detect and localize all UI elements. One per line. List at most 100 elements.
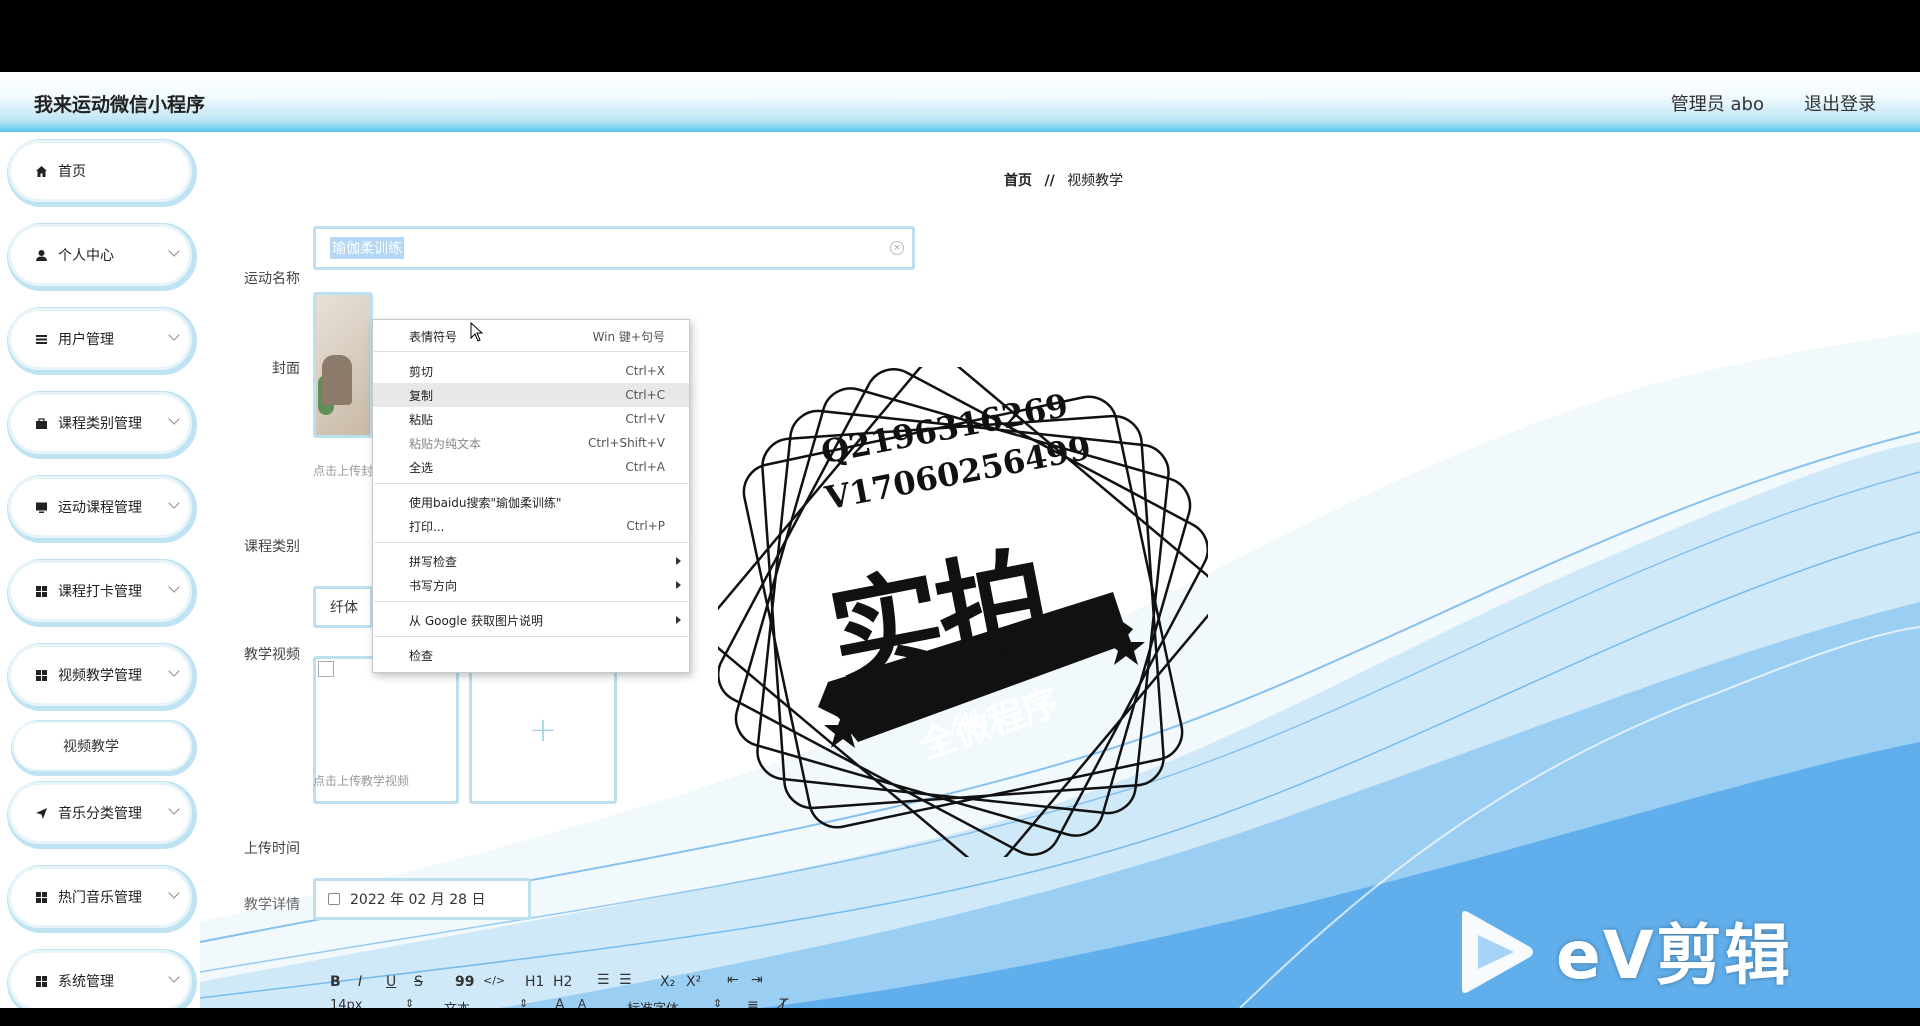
sidebar-item-profile[interactable]: 个人中心 xyxy=(8,224,192,286)
indent-icon[interactable]: ⇥ xyxy=(751,972,763,988)
home-icon xyxy=(34,164,48,178)
sidebar-item-label: 视频教学管理 xyxy=(58,668,142,684)
sidebar-item-home[interactable]: 首页 xyxy=(8,140,192,202)
cover-image[interactable] xyxy=(313,292,373,438)
sidebar-item-label: 课程类别管理 xyxy=(58,416,142,432)
subscript-button[interactable]: X₂ xyxy=(660,974,675,990)
app-title: 我来运动微信小程序 xyxy=(34,94,206,116)
menu-separator xyxy=(374,601,690,602)
sidebar-item-system[interactable]: 系统管理 xyxy=(8,950,192,1008)
italic-button[interactable]: I xyxy=(358,974,362,990)
sidebar-item-label: 课程打卡管理 xyxy=(58,584,142,600)
h2-button[interactable]: H2 xyxy=(553,974,572,990)
superscript-button[interactable]: X² xyxy=(686,974,701,990)
chevron-down-icon xyxy=(168,887,180,899)
menu-item-paste-plain: 粘贴为纯文本 Ctrl+Shift+V xyxy=(373,431,689,455)
cover-hint: 点击上传封 xyxy=(313,464,374,478)
sidebar-item-users[interactable]: 用户管理 xyxy=(8,308,192,370)
sidebar-item-label: 首页 xyxy=(58,164,86,180)
grid-icon xyxy=(34,890,48,904)
sport-name-input[interactable]: 瑜伽柔训练 × xyxy=(313,226,915,270)
mouse-cursor-icon xyxy=(470,322,484,342)
menu-item-label: 粘贴 xyxy=(409,412,434,427)
clear-icon[interactable]: × xyxy=(890,241,904,255)
menu-item-label: 粘贴为纯文本 xyxy=(409,436,482,451)
highlight-icon[interactable]: A̲ xyxy=(578,997,586,1008)
menu-item-shortcut: Ctrl+C xyxy=(625,388,665,402)
app-window: 我来运动微信小程序 管理员 abo 退出登录 首页 个人中心 用户管理 课程类别… xyxy=(0,72,1920,1008)
menu-item-shortcut: Ctrl+X xyxy=(625,364,665,378)
ordered-list-icon[interactable]: ☰ xyxy=(597,972,610,988)
menu-item-label: 从 Google 获取图片说明 xyxy=(409,613,543,628)
chevron-down-icon xyxy=(168,329,180,341)
clear-format-icon[interactable]: T̸ xyxy=(779,997,788,1008)
menu-item-select-all[interactable]: 全选 Ctrl+A xyxy=(373,455,689,479)
strike-button[interactable]: S xyxy=(414,974,423,990)
upload-date-picker[interactable]: 2022 年 02 月 28 日 xyxy=(313,878,531,920)
menu-item-print[interactable]: 打印... Ctrl+P xyxy=(373,514,689,538)
underline-button[interactable]: U xyxy=(386,974,396,990)
menu-item-label: 拼写检查 xyxy=(409,554,458,569)
menu-item-inspect[interactable]: 检查 xyxy=(373,643,689,667)
chevron-updown-icon: ⇕ xyxy=(405,997,415,1008)
chevron-down-icon xyxy=(168,581,180,593)
breadcrumb-current: 视频教学 xyxy=(1067,173,1124,189)
menu-item-shortcut: Ctrl+V xyxy=(625,412,665,426)
top-header: 我来运动微信小程序 管理员 abo 退出登录 xyxy=(0,72,1920,132)
ev-watermark-text: eV剪辑 xyxy=(1556,917,1792,994)
menu-item-image-descriptions[interactable]: 从 Google 获取图片说明 xyxy=(373,608,689,632)
sidebar-item-label: 视频教学 xyxy=(63,739,119,755)
font-family-select[interactable]: 标准字体 xyxy=(627,998,679,1008)
chevron-down-icon xyxy=(168,803,180,815)
font-color-icon[interactable]: A xyxy=(555,997,565,1008)
menu-item-writing-direction[interactable]: 书写方向 xyxy=(373,573,689,597)
sidebar-item-music-category[interactable]: 音乐分类管理 xyxy=(8,782,192,844)
sidebar-item-label: 音乐分类管理 xyxy=(58,806,142,822)
menu-item-label: 检查 xyxy=(409,648,434,663)
quote-button[interactable]: 99 xyxy=(455,974,474,990)
bold-button[interactable]: B xyxy=(330,974,341,990)
breadcrumb: 首页 // 视频教学 xyxy=(1004,170,1123,190)
sidebar-item-hot-music[interactable]: 热门音乐管理 xyxy=(8,866,192,928)
sidebar-item-course-category[interactable]: 课程类别管理 xyxy=(8,392,192,454)
sidebar-item-checkin[interactable]: 课程打卡管理 xyxy=(8,560,192,622)
rich-text-toolbar: B I U S 99 </> H1 H2 ☰ ☰ X₂ X² ⇤ ⇥ 14px … xyxy=(313,968,913,1008)
font-size-select[interactable]: 14px xyxy=(330,998,363,1008)
menu-item-label: 书写方向 xyxy=(409,578,458,593)
menu-separator xyxy=(374,542,690,543)
menu-item-paste[interactable]: 粘贴 Ctrl+V xyxy=(373,407,689,431)
context-menu: 表情符号 Win 键+句号 剪切 Ctrl+X 复制 Ctrl+C 粘贴 Ctrl+V … xyxy=(372,319,690,673)
calendar-icon xyxy=(328,893,340,905)
bullet-list-icon[interactable]: ☰ xyxy=(619,972,632,988)
menu-item-spellcheck[interactable]: 拼写检查 xyxy=(373,549,689,573)
menu-item-cut[interactable]: 剪切 Ctrl+X xyxy=(373,359,689,383)
monitor-icon xyxy=(34,500,48,514)
chevron-down-icon xyxy=(168,497,180,509)
sidebar-item-video-teaching-mgmt[interactable]: 视频教学管理 xyxy=(8,644,192,706)
category-select[interactable]: 纤体 xyxy=(313,586,373,628)
menu-item-emoji[interactable]: 表情符号 Win 键+句号 xyxy=(373,324,689,348)
breadcrumb-separator: // xyxy=(1044,173,1055,189)
text-style-select[interactable]: 文本 xyxy=(444,998,470,1008)
sidebar-subitem-video-teaching[interactable]: 视频教学 xyxy=(12,721,192,771)
user-icon xyxy=(34,248,48,262)
admin-label: 管理员 abo xyxy=(1670,94,1764,115)
logout-link[interactable]: 退出登录 xyxy=(1804,90,1876,116)
align-icon[interactable]: ≡ xyxy=(747,997,759,1008)
code-button[interactable]: </> xyxy=(483,974,505,987)
h1-button[interactable]: H1 xyxy=(525,974,544,990)
menu-item-label: 剪切 xyxy=(409,364,434,379)
menu-item-copy[interactable]: 复制 Ctrl+C xyxy=(373,383,689,407)
chevron-down-icon xyxy=(168,971,180,983)
send-icon xyxy=(34,806,48,820)
detail-label: 教学详情 xyxy=(244,897,300,913)
breadcrumb-home[interactable]: 首页 xyxy=(1004,173,1032,189)
grid-icon xyxy=(34,974,48,988)
outdent-icon[interactable]: ⇤ xyxy=(727,972,739,988)
menu-separator xyxy=(374,351,690,352)
sidebar-item-sport-course[interactable]: 运动课程管理 xyxy=(8,476,192,538)
menu-item-shortcut: Ctrl+A xyxy=(625,460,665,474)
sidebar-item-label: 运动课程管理 xyxy=(58,500,142,516)
menu-item-baidu-search[interactable]: 使用baidu搜索"瑜伽柔训练" xyxy=(373,490,689,514)
video-upload-button[interactable]: + xyxy=(469,656,617,804)
